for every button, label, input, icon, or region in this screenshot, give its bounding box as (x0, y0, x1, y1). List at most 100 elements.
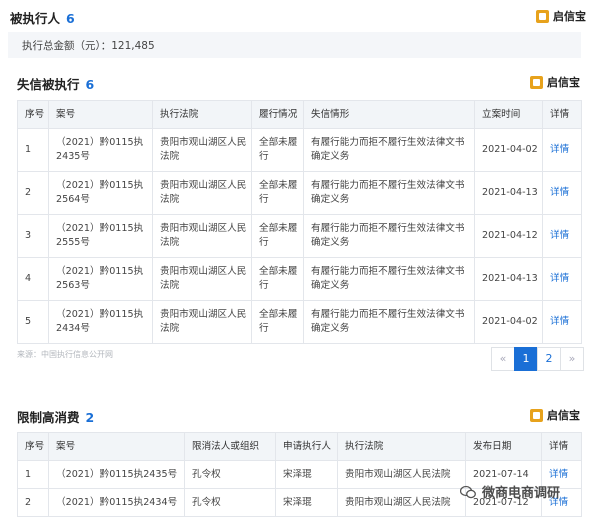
row-no: 1 (17, 460, 49, 489)
row-no: 5 (17, 300, 49, 344)
row-no: 2 (17, 171, 49, 215)
brand-logo: 启信宝 (530, 74, 580, 90)
col-header: 限消法人或组织 (184, 432, 276, 461)
executed-title: 被执行人 (10, 11, 61, 26)
detail-link[interactable]: 详情 (550, 187, 569, 198)
row-no: 3 (17, 214, 49, 258)
qixinbao-logo-icon (530, 75, 543, 89)
status: 全部未履行 (251, 214, 304, 258)
row-no: 4 (17, 257, 49, 301)
table-row: 4 （2021）黔0115执2563号 贵阳市观山湖区人民法院 全部未履行 有履… (17, 257, 582, 301)
filing-date: 2021-04-13 (474, 257, 543, 301)
detail-cell: 详情 (542, 257, 582, 301)
detail-link[interactable]: 详情 (550, 144, 569, 155)
situation: 有履行能力而拒不履行生效法律文书确定义务 (303, 171, 475, 215)
detail-link[interactable]: 详情 (549, 469, 568, 480)
brand-name: 启信宝 (547, 76, 580, 89)
dishonest-section-title: 失信被执行 6 (17, 74, 94, 93)
col-header: 履行情况 (251, 100, 304, 129)
applicant: 宋泽琨 (275, 460, 338, 489)
source-note: 来源：中国执行信息公开网 (17, 350, 113, 359)
court: 贵阳市观山湖区人民法院 (337, 460, 466, 489)
col-header: 案号 (48, 432, 185, 461)
applicant: 宋泽琨 (275, 488, 338, 517)
executed-section-title: 被执行人 6 (10, 8, 75, 27)
detail-link[interactable]: 详情 (550, 316, 569, 327)
col-header: 发布日期 (465, 432, 542, 461)
case-number: （2021）黔0115执2564号 (48, 171, 153, 215)
dishonest-table: 序号 案号 执行法院 履行情况 失信情形 立案时间 详情 1 （2021）黔01… (17, 100, 582, 344)
col-header: 详情 (542, 100, 582, 129)
detail-link[interactable]: 详情 (550, 273, 569, 284)
status: 全部未履行 (251, 171, 304, 215)
col-header: 序号 (17, 432, 49, 461)
case-number: （2021）黔0115执2435号 (48, 460, 185, 489)
detail-cell: 详情 (542, 171, 582, 215)
court: 贵阳市观山湖区人民法院 (152, 214, 252, 258)
filing-date: 2021-04-02 (474, 128, 543, 172)
status: 全部未履行 (251, 257, 304, 301)
situation: 有履行能力而拒不履行生效法律文书确定义务 (303, 257, 475, 301)
watermark-text: 微商电商调研 (482, 486, 561, 501)
table-row: 5 （2021）黔0115执2434号 贵阳市观山湖区人民法院 全部未履行 有履… (17, 300, 582, 344)
brand-name: 启信宝 (553, 10, 586, 23)
restricted-person: 孔令权 (184, 460, 276, 489)
row-no: 1 (17, 128, 49, 172)
situation: 有履行能力而拒不履行生效法律文书确定义务 (303, 300, 475, 344)
brand-logo: 启信宝 (536, 8, 586, 24)
court: 贵阳市观山湖区人民法院 (152, 257, 252, 301)
detail-cell: 详情 (542, 214, 582, 258)
col-header: 立案时间 (474, 100, 543, 129)
court: 贵阳市观山湖区人民法院 (152, 128, 252, 172)
restricted-person: 孔令权 (184, 488, 276, 517)
dishonest-title: 失信被执行 (17, 77, 80, 92)
status: 全部未履行 (251, 300, 304, 344)
detail-cell: 详情 (542, 300, 582, 344)
total-amount-box: 执行总金额（元）：121,485 (8, 32, 581, 58)
row-no: 2 (17, 488, 49, 517)
restriction-section-title: 限制高消费 2 (17, 407, 94, 426)
court: 贵阳市观山湖区人民法院 (152, 171, 252, 215)
court: 贵阳市观山湖区人民法院 (152, 300, 252, 344)
restriction-table: 序号 案号 限消法人或组织 申请执行人 执行法院 发布日期 详情 1 （2021… (17, 432, 582, 517)
filing-date: 2021-04-13 (474, 171, 543, 215)
table-row: 2 （2021）黔0115执2564号 贵阳市观山湖区人民法院 全部未履行 有履… (17, 171, 582, 215)
filing-date: 2021-04-12 (474, 214, 543, 258)
prev-page-button[interactable]: « (491, 347, 515, 371)
detail-link[interactable]: 详情 (550, 230, 569, 241)
executed-count: 6 (66, 11, 75, 26)
next-page-button[interactable]: » (560, 347, 584, 371)
situation: 有履行能力而拒不履行生效法律文书确定义务 (303, 214, 475, 258)
wechat-icon (460, 485, 476, 498)
dishonest-count: 6 (85, 77, 95, 92)
detail-cell: 详情 (542, 128, 582, 172)
brand-logo: 启信宝 (530, 407, 580, 423)
col-header: 序号 (17, 100, 49, 129)
restriction-title: 限制高消费 (17, 410, 80, 425)
col-header: 执行法院 (337, 432, 466, 461)
col-header: 详情 (541, 432, 582, 461)
case-number: （2021）黔0115执2555号 (48, 214, 153, 258)
col-header: 失信情形 (303, 100, 475, 129)
qixinbao-logo-icon (536, 9, 549, 23)
case-number: （2021）黔0115执2434号 (48, 300, 153, 344)
status: 全部未履行 (251, 128, 304, 172)
brand-name: 启信宝 (547, 409, 580, 422)
col-header: 申请执行人 (275, 432, 338, 461)
col-header: 案号 (48, 100, 153, 129)
col-header: 执行法院 (152, 100, 252, 129)
case-number: （2021）黔0115执2435号 (48, 128, 153, 172)
table-row: 3 （2021）黔0115执2555号 贵阳市观山湖区人民法院 全部未履行 有履… (17, 214, 582, 258)
page-2-button[interactable]: 2 (537, 347, 561, 371)
qixinbao-logo-icon (530, 408, 543, 422)
filing-date: 2021-04-02 (474, 300, 543, 344)
watermark: 微商电商调研 (460, 482, 560, 501)
table-header-row: 序号 案号 执行法院 履行情况 失信情形 立案时间 详情 (17, 100, 582, 129)
case-number: （2021）黔0115执2563号 (48, 257, 153, 301)
table-header-row: 序号 案号 限消法人或组织 申请执行人 执行法院 发布日期 详情 (17, 432, 582, 461)
table-row: 1 （2021）黔0115执2435号 贵阳市观山湖区人民法院 全部未履行 有履… (17, 128, 582, 172)
case-number: （2021）黔0115执2434号 (48, 488, 185, 517)
page-1-button[interactable]: 1 (514, 347, 538, 371)
restriction-count: 2 (85, 410, 95, 425)
court: 贵阳市观山湖区人民法院 (337, 488, 466, 517)
